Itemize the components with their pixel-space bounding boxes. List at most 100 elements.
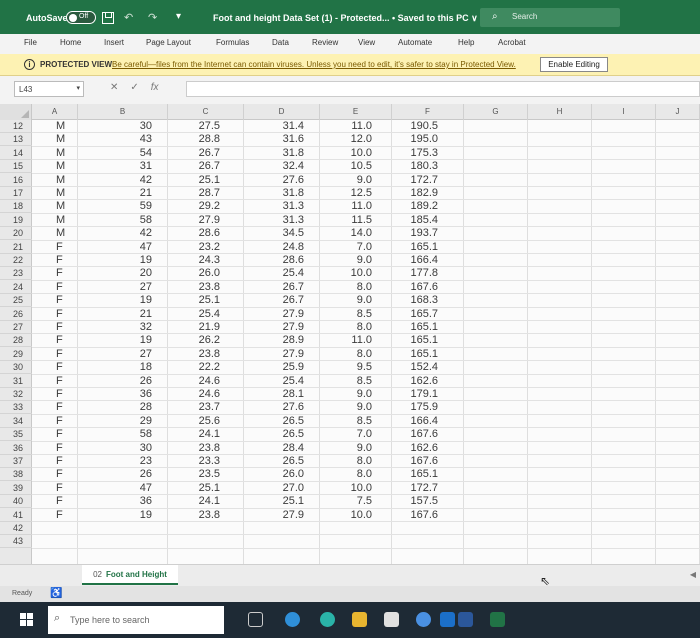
taskbar-search[interactable]: ⌕ Type here to search bbox=[48, 606, 224, 634]
cell-d[interactable]: 28.1 bbox=[244, 388, 304, 401]
row-header[interactable]: 14 bbox=[0, 147, 32, 160]
redo-icon[interactable]: ↷ bbox=[148, 11, 157, 24]
cell-b[interactable]: 36 bbox=[78, 495, 152, 508]
cell-a[interactable]: M bbox=[32, 214, 78, 227]
cell-f[interactable]: 193.7 bbox=[392, 227, 438, 240]
cell-d[interactable]: 26.5 bbox=[244, 415, 304, 428]
cell-f[interactable]: 165.7 bbox=[392, 308, 438, 321]
cell-f[interactable]: 165.1 bbox=[392, 468, 438, 481]
check-icon[interactable]: ✓ bbox=[130, 82, 150, 93]
document-title[interactable]: Foot and height Data Set (1) - Protected… bbox=[213, 13, 478, 24]
cell-b[interactable]: 26 bbox=[78, 468, 152, 481]
row-header[interactable]: 17 bbox=[0, 187, 32, 200]
cell-a[interactable]: M bbox=[32, 120, 78, 133]
cell-d[interactable]: 31.8 bbox=[244, 147, 304, 160]
column-header-d[interactable]: D bbox=[244, 104, 320, 120]
cell-c[interactable]: 28.8 bbox=[168, 133, 220, 146]
cell-d[interactable]: 25.4 bbox=[244, 267, 304, 280]
row-header[interactable]: 28 bbox=[0, 334, 32, 348]
tab-view[interactable]: View bbox=[358, 38, 375, 47]
cell-e[interactable]: 11.0 bbox=[320, 200, 372, 213]
cell-e[interactable]: 12.0 bbox=[320, 133, 372, 146]
cell-a[interactable]: F bbox=[32, 308, 78, 321]
row-header[interactable]: 16 bbox=[0, 174, 32, 187]
cell-e[interactable]: 9.0 bbox=[320, 401, 372, 414]
cell-f[interactable]: 168.3 bbox=[392, 294, 438, 307]
cell-c[interactable]: 25.1 bbox=[168, 482, 220, 495]
cell-d[interactable]: 24.8 bbox=[244, 241, 304, 254]
cell-f[interactable]: 165.1 bbox=[392, 241, 438, 254]
cell-a[interactable]: F bbox=[32, 254, 78, 267]
search-box[interactable]: ⌕ Search bbox=[480, 8, 620, 27]
row-header[interactable]: 39 bbox=[0, 482, 32, 495]
cell-e[interactable]: 11.0 bbox=[320, 334, 372, 347]
cell-a[interactable]: M bbox=[32, 174, 78, 187]
cell-f[interactable]: 162.6 bbox=[392, 442, 438, 455]
tab-acrobat[interactable]: Acrobat bbox=[498, 38, 526, 47]
row-header[interactable]: 41 bbox=[0, 509, 32, 522]
cell-e[interactable]: 10.5 bbox=[320, 160, 372, 173]
chrome-icon[interactable] bbox=[416, 612, 431, 627]
cell-b[interactable]: 21 bbox=[78, 187, 152, 200]
cell-c[interactable]: 26.7 bbox=[168, 160, 220, 173]
row-header[interactable]: 29 bbox=[0, 348, 32, 361]
cell-d[interactable]: 31.3 bbox=[244, 200, 304, 213]
word-icon[interactable] bbox=[458, 612, 473, 627]
cell-c[interactable]: 23.2 bbox=[168, 241, 220, 254]
cell-f[interactable]: 167.6 bbox=[392, 281, 438, 294]
cell-b[interactable]: 26 bbox=[78, 375, 152, 388]
cell-d[interactable]: 27.9 bbox=[244, 321, 304, 334]
cell-c[interactable]: 25.1 bbox=[168, 294, 220, 307]
row-header[interactable]: 18 bbox=[0, 200, 32, 214]
row-header[interactable]: 21 bbox=[0, 241, 32, 254]
cell-f[interactable]: 157.5 bbox=[392, 495, 438, 508]
cell-e[interactable]: 9.0 bbox=[320, 294, 372, 307]
cell-e[interactable]: 8.5 bbox=[320, 415, 372, 428]
row-header[interactable]: 23 bbox=[0, 267, 32, 281]
cell-c[interactable]: 23.7 bbox=[168, 401, 220, 414]
windows-start-icon[interactable] bbox=[20, 613, 34, 627]
cell-c[interactable]: 28.6 bbox=[168, 227, 220, 240]
undo-icon[interactable]: ↶ bbox=[124, 11, 133, 24]
cell-a[interactable]: F bbox=[32, 495, 78, 508]
cell-c[interactable]: 21.9 bbox=[168, 321, 220, 334]
cell-d[interactable]: 27.6 bbox=[244, 174, 304, 187]
cell-a[interactable]: F bbox=[32, 267, 78, 280]
cell-c[interactable]: 26.0 bbox=[168, 267, 220, 280]
cell-d[interactable]: 31.8 bbox=[244, 187, 304, 200]
row-header[interactable]: 30 bbox=[0, 361, 32, 375]
cell-a[interactable]: M bbox=[32, 133, 78, 146]
cell-a[interactable]: F bbox=[32, 348, 78, 361]
select-all-corner[interactable] bbox=[0, 104, 32, 120]
cell-b[interactable]: 27 bbox=[78, 281, 152, 294]
tab-formulas[interactable]: Formulas bbox=[216, 38, 249, 47]
cell-f[interactable]: 165.1 bbox=[392, 334, 438, 347]
row-header[interactable]: 22 bbox=[0, 254, 32, 267]
cell-c[interactable]: 25.4 bbox=[168, 308, 220, 321]
cell-d[interactable]: 26.7 bbox=[244, 281, 304, 294]
cell-d[interactable]: 27.9 bbox=[244, 509, 304, 522]
column-header-i[interactable]: I bbox=[592, 104, 656, 120]
cell-d[interactable]: 26.0 bbox=[244, 468, 304, 481]
cell-d[interactable]: 25.1 bbox=[244, 495, 304, 508]
cell-f[interactable]: 180.3 bbox=[392, 160, 438, 173]
cell-a[interactable]: F bbox=[32, 415, 78, 428]
cell-f[interactable]: 179.1 bbox=[392, 388, 438, 401]
cell-c[interactable]: 25.6 bbox=[168, 415, 220, 428]
cell-f[interactable]: 165.1 bbox=[392, 348, 438, 361]
cell-c[interactable]: 23.8 bbox=[168, 281, 220, 294]
column-header-f[interactable]: F bbox=[392, 104, 464, 120]
cancel-icon[interactable]: ✕ bbox=[110, 82, 130, 93]
cell-e[interactable]: 9.0 bbox=[320, 442, 372, 455]
cell-c[interactable]: 24.1 bbox=[168, 495, 220, 508]
tab-insert[interactable]: Insert bbox=[104, 38, 124, 47]
cell-a[interactable]: F bbox=[32, 281, 78, 294]
chevron-down-icon[interactable]: ▾ bbox=[76, 84, 80, 92]
tab-automate[interactable]: Automate bbox=[398, 38, 432, 47]
cell-e[interactable]: 9.5 bbox=[320, 361, 372, 374]
file-explorer-icon[interactable] bbox=[352, 612, 367, 627]
cell-a[interactable]: F bbox=[32, 509, 78, 522]
cell-c[interactable]: 23.8 bbox=[168, 348, 220, 361]
cell-e[interactable]: 12.5 bbox=[320, 187, 372, 200]
cell-e[interactable]: 10.0 bbox=[320, 267, 372, 280]
